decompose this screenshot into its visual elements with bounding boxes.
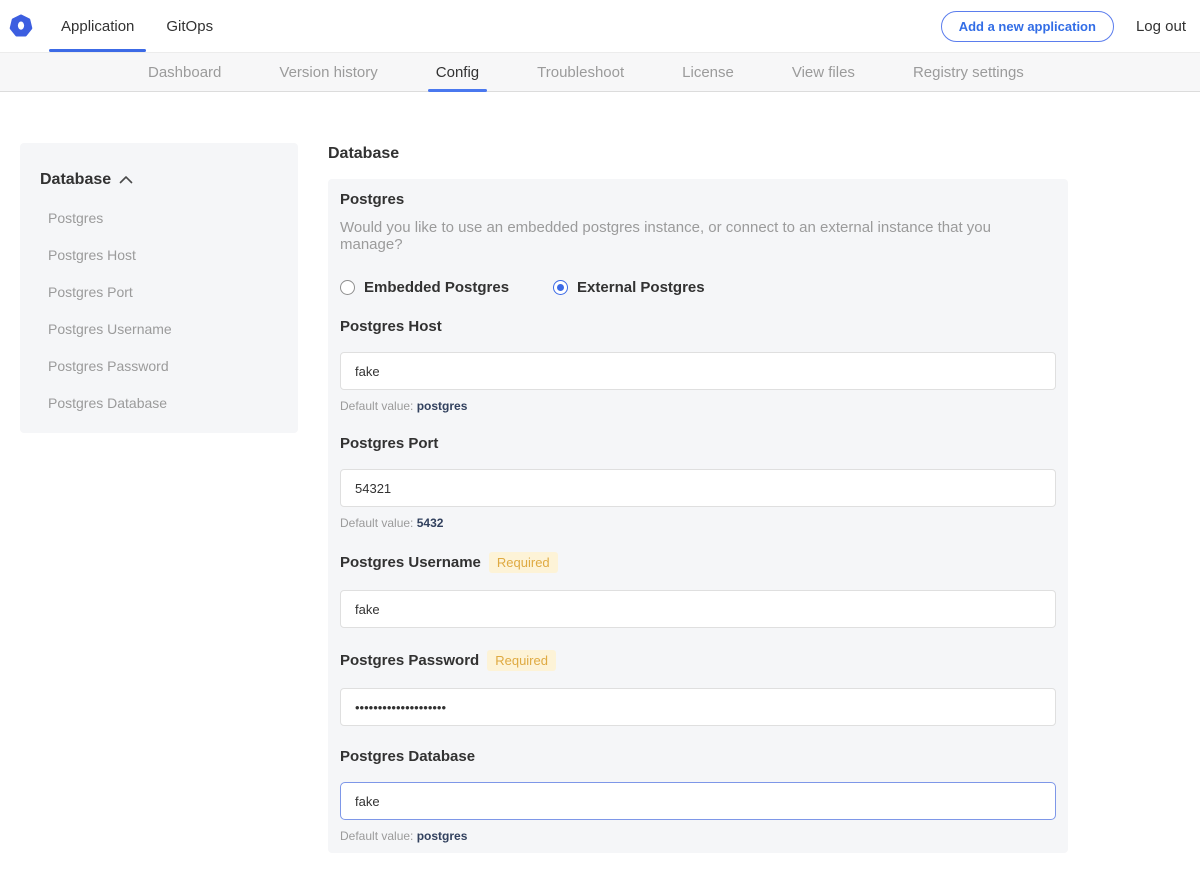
- required-badge: Required: [489, 552, 558, 573]
- sidebar-item-postgres-port[interactable]: Postgres Port: [40, 284, 278, 300]
- field-label: Postgres Password: [340, 652, 479, 669]
- default-value: postgres: [417, 829, 468, 843]
- subnav-item-license[interactable]: License: [682, 53, 734, 91]
- postgres-port-input[interactable]: [340, 469, 1056, 507]
- config-group-panel: Postgres Would you like to use an embedd…: [328, 179, 1068, 853]
- postgres-host-input[interactable]: [340, 352, 1056, 390]
- field-label: Postgres Host: [340, 318, 442, 335]
- radio-embedded-postgres[interactable]: Embedded Postgres: [340, 279, 509, 296]
- config-group-help: Would you like to use an embedded postgr…: [340, 219, 1056, 253]
- postgres-database-input[interactable]: [340, 782, 1056, 820]
- tab-gitops-label: GitOps: [166, 18, 213, 35]
- field-label: Postgres Username: [340, 554, 481, 571]
- sidebar-item-postgres-database[interactable]: Postgres Database: [40, 395, 278, 411]
- page-title: Database: [328, 145, 1068, 163]
- header-right: Add a new application Log out: [941, 0, 1200, 52]
- sidebar-group-label: Database: [40, 171, 111, 189]
- default-value-note: Default value: postgres: [340, 829, 1056, 843]
- add-application-button[interactable]: Add a new application: [941, 11, 1114, 42]
- content-area: Database Postgres Postgres Host Postgres…: [0, 92, 1200, 874]
- field-postgres-password: Postgres Password Required: [340, 650, 1056, 726]
- config-sidebar: Database Postgres Postgres Host Postgres…: [20, 143, 298, 433]
- field-label: Postgres Port: [340, 435, 438, 452]
- field-postgres-database: Postgres Database Default value: postgre…: [340, 748, 1056, 843]
- subnav-item-dashboard[interactable]: Dashboard: [148, 53, 221, 91]
- radio-external-postgres[interactable]: External Postgres: [553, 279, 705, 296]
- default-value: postgres: [417, 399, 468, 413]
- config-main: Database Postgres Would you like to use …: [328, 143, 1068, 874]
- subnav-item-registry-settings[interactable]: Registry settings: [913, 53, 1024, 91]
- sidebar-group-database[interactable]: Database: [40, 171, 278, 189]
- tab-application-label: Application: [61, 18, 134, 35]
- app-logo-icon[interactable]: [9, 14, 33, 38]
- subnav-item-config[interactable]: Config: [436, 53, 479, 91]
- sidebar-item-postgres-password[interactable]: Postgres Password: [40, 358, 278, 374]
- field-postgres-port: Postgres Port Default value: 5432: [340, 435, 1056, 530]
- config-group-label: Postgres: [340, 191, 1056, 208]
- sidebar-items: Postgres Postgres Host Postgres Port Pos…: [40, 210, 278, 411]
- default-value-note: Default value: postgres: [340, 399, 1056, 413]
- postgres-username-input[interactable]: [340, 590, 1056, 628]
- field-label: Postgres Database: [340, 748, 475, 765]
- header-tabs: Application GitOps: [45, 0, 229, 52]
- radio-circle-icon[interactable]: [340, 280, 355, 295]
- radio-circle-icon[interactable]: [553, 280, 568, 295]
- field-postgres-username: Postgres Username Required: [340, 552, 1056, 628]
- required-badge: Required: [487, 650, 556, 671]
- active-tab-underline: [49, 49, 146, 52]
- sidebar-item-postgres-username[interactable]: Postgres Username: [40, 321, 278, 337]
- active-subnav-underline: [428, 89, 487, 92]
- sidebar-item-postgres-host[interactable]: Postgres Host: [40, 247, 278, 263]
- chevron-up-icon: [119, 171, 133, 189]
- default-value: 5432: [417, 516, 444, 530]
- app-header: Application GitOps Add a new application…: [0, 0, 1200, 52]
- subnav-item-view-files[interactable]: View files: [792, 53, 855, 91]
- subnav-item-troubleshoot[interactable]: Troubleshoot: [537, 53, 624, 91]
- tab-application[interactable]: Application: [45, 0, 150, 52]
- tab-gitops[interactable]: GitOps: [150, 0, 229, 52]
- default-value-note: Default value: 5432: [340, 516, 1056, 530]
- postgres-password-input[interactable]: [340, 688, 1056, 726]
- logout-button[interactable]: Log out: [1136, 18, 1186, 35]
- postgres-type-radio-group: Embedded Postgres External Postgres: [340, 279, 1056, 296]
- field-postgres-host: Postgres Host Default value: postgres: [340, 318, 1056, 413]
- sidebar-item-postgres[interactable]: Postgres: [40, 210, 278, 226]
- app-subnav: Dashboard Version history Config Trouble…: [0, 52, 1200, 92]
- subnav-item-version-history[interactable]: Version history: [279, 53, 377, 91]
